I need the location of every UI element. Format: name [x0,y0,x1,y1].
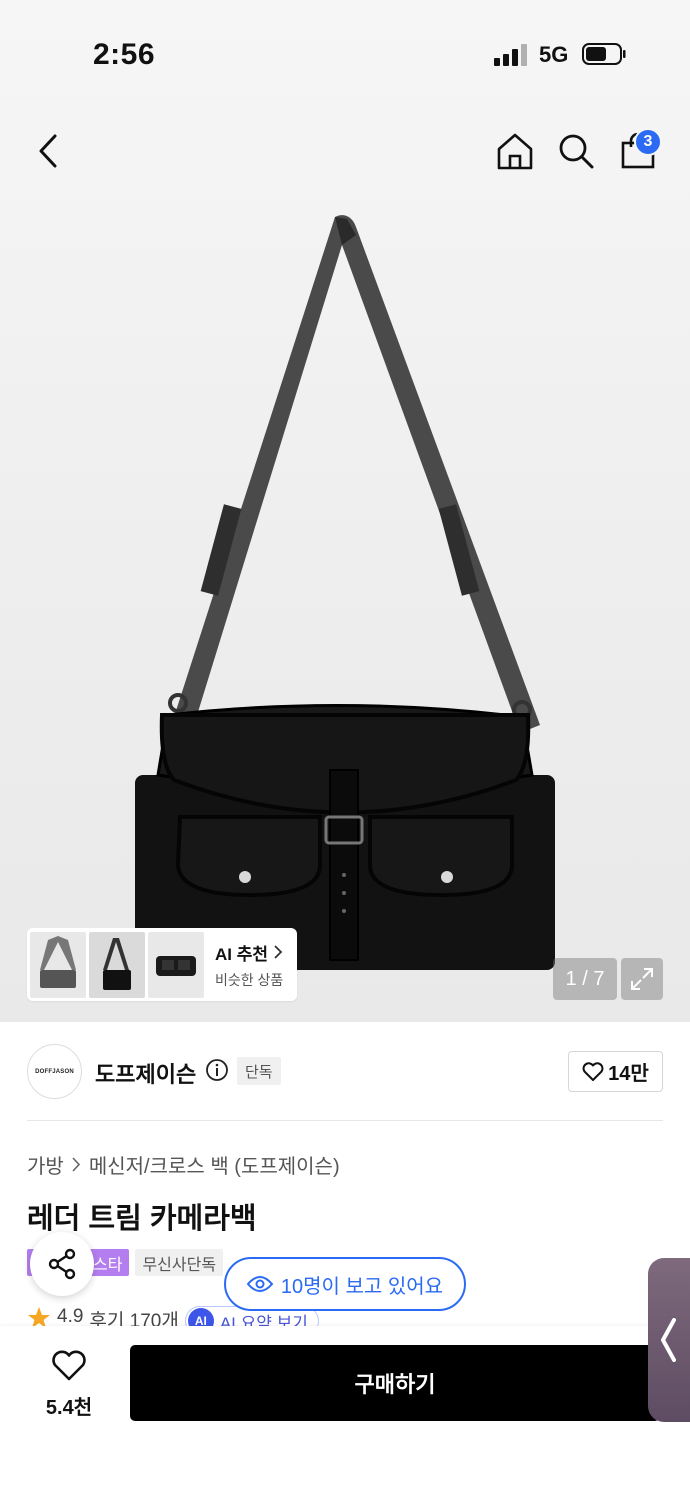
brand-name[interactable]: 도프제이슨 [95,1057,196,1089]
home-button[interactable] [487,123,543,179]
brand-logo[interactable]: DOFFJASON [27,1044,82,1099]
home-icon [497,133,533,170]
wishlist-button[interactable]: 5.4천 [33,1350,105,1420]
viewers-badge: 10명이 보고 있어요 [224,1257,466,1311]
side-drawer-handle[interactable] [648,1258,690,1422]
network-label: 5G [539,42,569,67]
brand-like-button[interactable]: 14만 [568,1051,663,1092]
viewers-text: 10명이 보고 있어요 [280,1275,444,1298]
exclusive-tag: 단독 [237,1057,281,1085]
back-button[interactable] [20,123,76,179]
thumbnail[interactable] [30,931,86,998]
info-icon[interactable] [205,1058,229,1082]
ai-badge: AI [187,1308,214,1326]
brand-row: DOFFJASON 도프제이슨 단독 14만 [27,1044,663,1100]
share-icon [48,1248,76,1280]
thumbnail[interactable] [148,931,204,998]
expand-icon [631,968,653,990]
search-button[interactable] [548,123,604,179]
chevron-right-icon [72,1157,80,1172]
fullscreen-button[interactable] [621,958,663,1000]
share-button[interactable] [30,1232,94,1296]
breadcrumb-subcategory[interactable]: 메신저/크로스 백 (도프제이슨) [89,1150,340,1179]
product-title: 레더 트림 카메라백 [27,1203,257,1235]
musinsa-exclusive-tag: 무신사단독 [135,1249,224,1276]
ai-recommend-subtitle: 비슷한 상품 [215,971,284,988]
breadcrumb: 가방 메신저/크로스 백 (도프제이슨) [27,1150,340,1179]
review-count[interactable]: 후기 170개 [89,1306,178,1326]
heart-icon [52,1350,86,1381]
rating-score: 4.9 [57,1306,84,1326]
product-image [135,215,555,970]
chevron-right-icon [274,945,283,959]
ai-summary-label: AI 요약 보기 [219,1313,308,1327]
cart-count-badge: 3 [634,128,662,156]
heart-icon [582,1061,604,1081]
ai-recommend-card[interactable]: AI 추천 비슷한 상품 [27,928,297,1001]
status-bar: 2:56 5G [0,0,690,110]
buy-button[interactable]: 구매하기 [130,1345,660,1421]
status-time: 2:56 [93,38,156,71]
battery-icon [582,43,626,65]
chevron-left-icon [39,134,57,168]
thumbnail[interactable] [89,931,145,998]
ai-recommend-title: AI 추천 [215,944,269,964]
brand-like-count: 14만 [608,1063,649,1085]
signal-icon [494,44,528,66]
bottom-action-bar: 5.4천 구매하기 [0,1326,690,1500]
search-icon [559,134,594,169]
product-image-gallery[interactable]: 2:56 5G 3 AI 추천 비슷한 상품 1 / 7 [0,0,690,1022]
divider [27,1120,663,1121]
breadcrumb-category[interactable]: 가방 [27,1150,64,1179]
image-counter: 1 / 7 [553,958,617,1000]
star-icon [28,1307,50,1326]
eye-icon [246,1276,273,1292]
wishlist-count: 5.4천 [45,1397,93,1419]
top-navigation [0,118,690,188]
chevron-left-icon [661,1318,676,1362]
